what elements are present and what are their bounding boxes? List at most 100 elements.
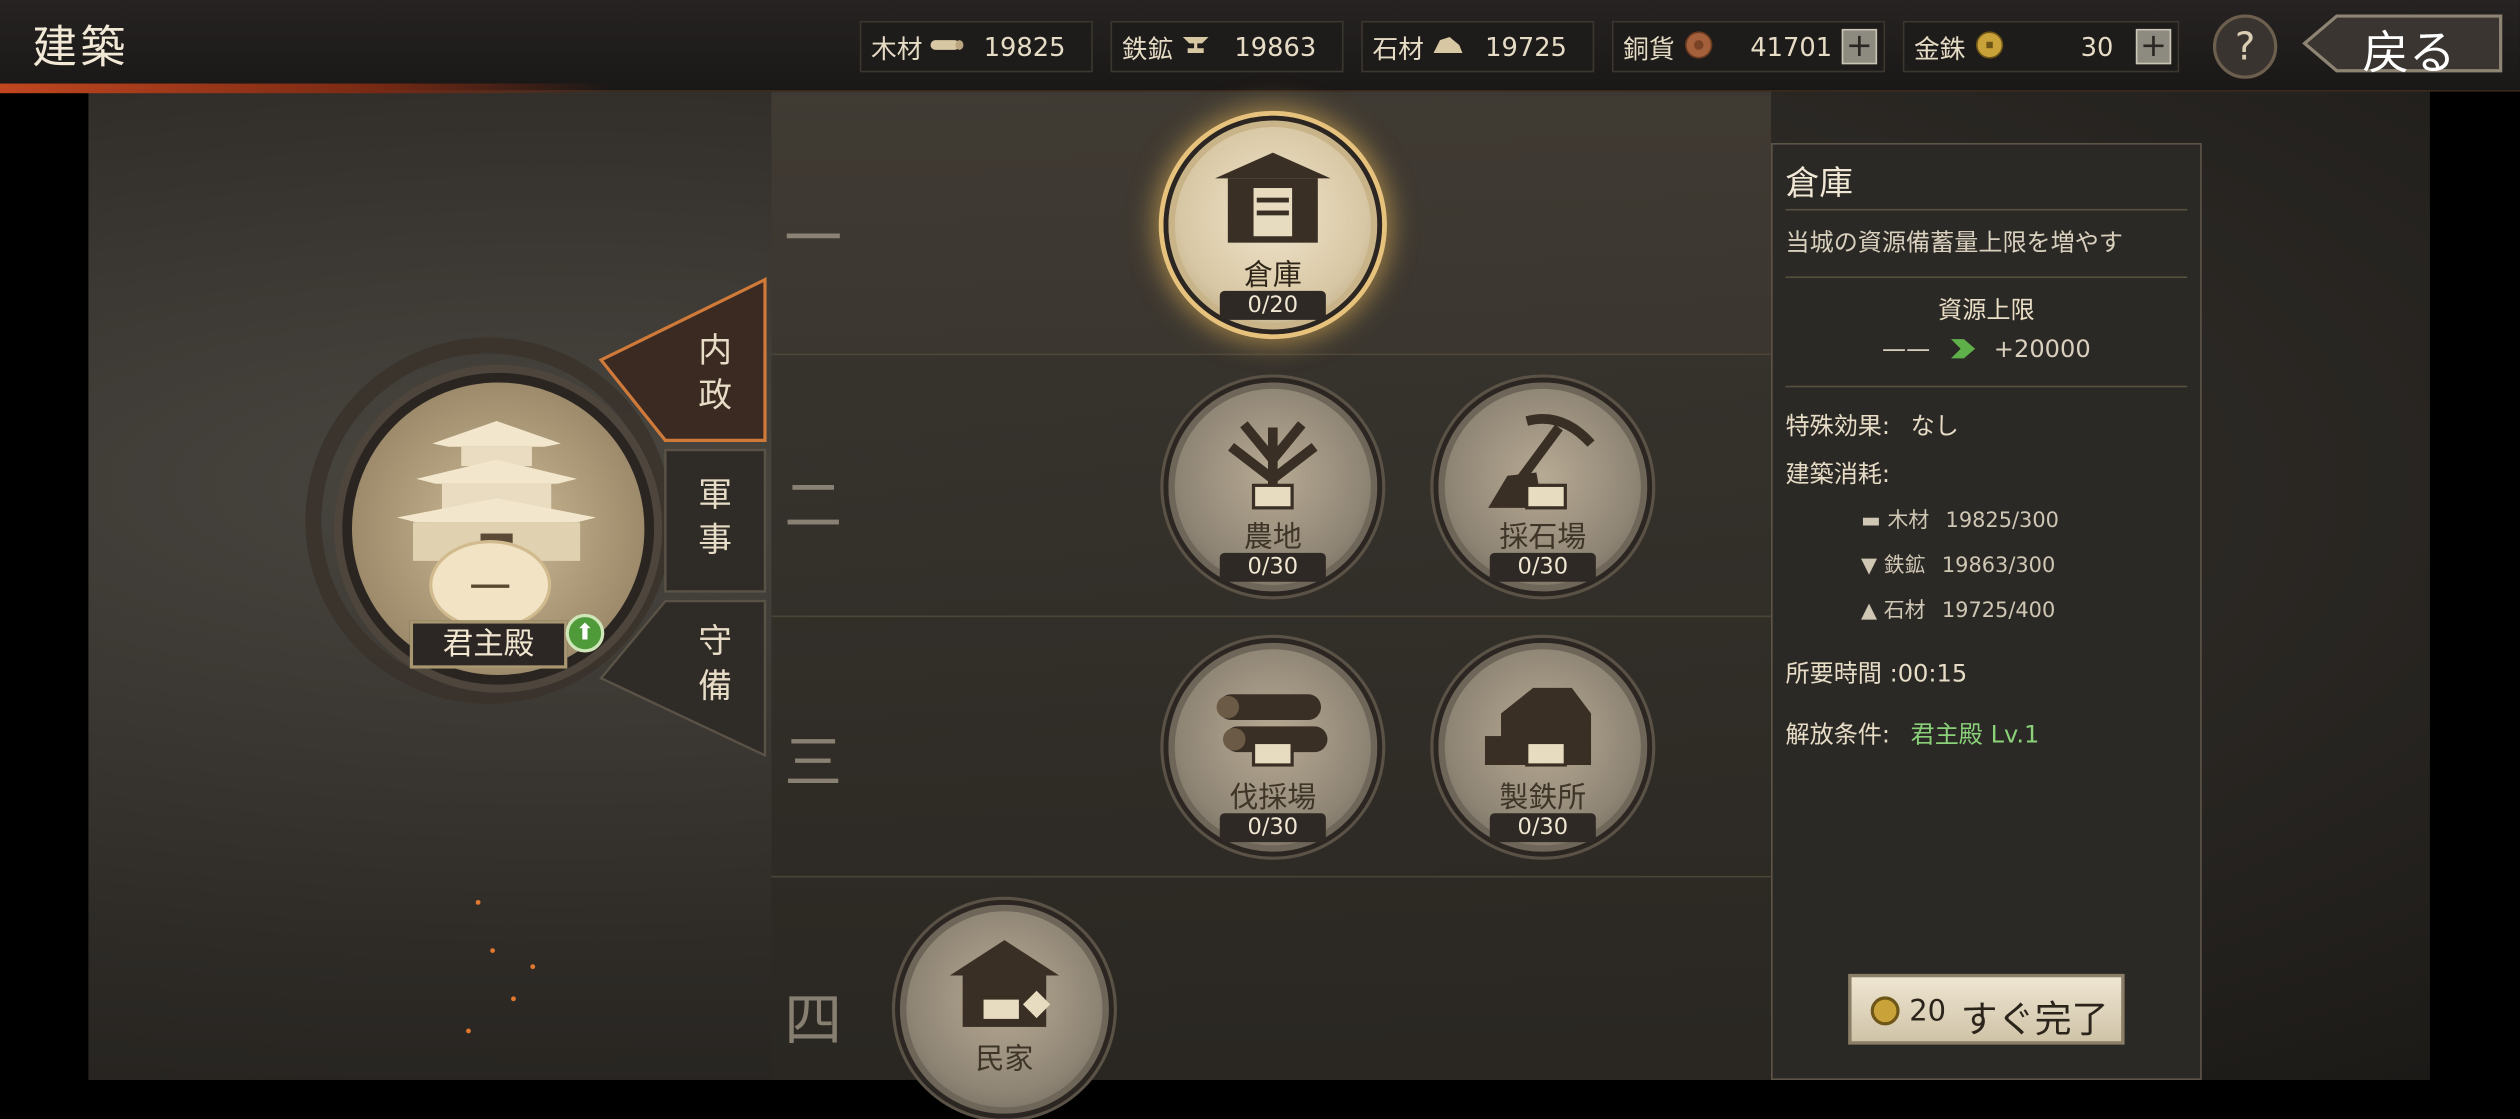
finish-cost: 20 (1909, 994, 1947, 1029)
ember-particle (475, 899, 481, 905)
divider (1785, 385, 2188, 388)
resource-value: 19825 (983, 31, 1066, 62)
cost-name: 鉄鉱 (1883, 554, 1926, 579)
smelter-icon (1484, 687, 1592, 767)
finish-label: すぐ完了 (1960, 999, 2109, 1042)
resource-label: 銅貨 (1623, 33, 1675, 65)
cap-from: —— (1882, 334, 1931, 364)
pickaxe-icon (1488, 414, 1595, 510)
wood-icon: ▬ (1861, 509, 1881, 534)
instant-complete-button[interactable]: 20 すぐ完了 (1848, 973, 2125, 1045)
logs-icon (1216, 694, 1328, 767)
resource-label: 木材 (871, 33, 923, 65)
building-name: 製鉄所 (1499, 781, 1587, 815)
building-name: 倉庫 (1243, 258, 1302, 293)
tab-civil[interactable]: 内政 (664, 328, 767, 418)
wood-icon (929, 35, 964, 59)
building-quarry[interactable]: 採石場 0/30 (1433, 377, 1653, 597)
anvil-icon (1180, 33, 1215, 60)
cost-label: 建築消耗: (1785, 459, 1891, 489)
special-effect-row: 特殊効果: なし (1785, 408, 1958, 442)
building-count: 0/30 (1489, 552, 1596, 582)
building-name: 民家 (975, 1043, 1034, 1077)
time-label: 所要時間 : (1785, 658, 1898, 688)
unlock-row: 解放条件: 君主殿 Lv.1 (1785, 717, 2039, 751)
tab-civil-label: 内政 (698, 331, 733, 415)
time-value: 00:15 (1897, 658, 1968, 688)
building-name: 伐採場 (1229, 781, 1317, 815)
resource-label: 石材 (1372, 33, 1424, 65)
tab-defense[interactable]: 守備 (664, 619, 767, 709)
house-icon (949, 940, 1060, 1027)
special-value: なし (1910, 411, 1959, 441)
copper-coin-icon (1681, 30, 1716, 64)
unlock-label: 解放条件: (1785, 719, 1891, 749)
divider (1785, 208, 2188, 211)
add-gold-button[interactable]: + (2135, 28, 2172, 65)
building-farm[interactable]: 農地 0/30 (1163, 377, 1383, 597)
detail-description: 当城の資源備蓄量上限を増やす (1785, 228, 2124, 258)
building-warehouse[interactable]: 倉庫 0/20 (1163, 115, 1383, 335)
resource-wood: 木材 19825 (859, 20, 1093, 73)
cost-row-iron: ▼ 鉄鉱 19863/300 (1861, 548, 2056, 579)
main-hall-level-badge: 一 (429, 539, 552, 630)
detail-title: 倉庫 (1785, 163, 1853, 203)
green-arrow-icon (1948, 337, 1977, 359)
time-row: 所要時間 :00:15 (1785, 656, 1967, 690)
unlock-value: 君主殿 Lv.1 (1910, 719, 2040, 749)
tier-label: 四 (784, 988, 843, 1055)
building-ironworks[interactable]: 製鉄所 0/30 (1433, 638, 1653, 857)
ember-particle (466, 1028, 471, 1034)
row-divider (771, 615, 1772, 618)
ember-particle (511, 996, 516, 1002)
building-count: 0/30 (1219, 813, 1326, 843)
resource-value: 19725 (1485, 31, 1567, 62)
tier-label: 二 (784, 474, 843, 540)
special-label: 特殊効果: (1785, 411, 1891, 441)
back-button[interactable]: 戻る (2301, 10, 2507, 80)
cap-to: +20000 (1993, 334, 2091, 364)
row-divider (771, 875, 1772, 878)
wheat-icon (1228, 421, 1318, 510)
cost-name: 石材 (1883, 599, 1926, 624)
resource-label: 鉄鉱 (1121, 33, 1174, 65)
detail-panel: 倉庫 当城の資源備蓄量上限を増やす 資源上限 —— +20000 特殊効果: な… (1771, 143, 2202, 1080)
building-lumber-yard[interactable]: 伐採場 0/30 (1163, 638, 1383, 857)
tab-military[interactable]: 軍事 (664, 472, 767, 562)
stone-icon: ▲ (1861, 599, 1878, 624)
anvil-icon: ▼ (1861, 554, 1878, 579)
ember-particle (490, 948, 495, 954)
page-title: 建築 (32, 20, 129, 74)
warehouse-icon (1214, 152, 1331, 243)
building-count: 0/20 (1219, 290, 1326, 320)
ember-particle (530, 964, 536, 970)
cost-name: 木材 (1887, 509, 1930, 534)
cost-value: 19863/300 (1941, 554, 2056, 579)
resource-iron: 鉄鉱 19863 (1110, 20, 1344, 73)
resource-gold: 金銖 30 + (1902, 20, 2180, 73)
cost-value: 19725/400 (1941, 599, 2056, 624)
resource-value: 30 (2080, 31, 2114, 62)
resource-value: 41701 (1750, 31, 1833, 62)
row-divider (771, 353, 1772, 356)
building-house[interactable]: 民家 (895, 899, 1114, 1119)
stone-icon (1430, 33, 1465, 60)
cost-row-wood: ▬ 木材 19825/300 (1861, 503, 2059, 534)
top-bar-glow (0, 83, 611, 94)
cap-heading: 資源上限 (1938, 295, 2035, 325)
building-count: 0/30 (1219, 552, 1326, 582)
tab-defense-label: 守備 (698, 621, 733, 706)
gold-coin-icon (1972, 30, 2007, 64)
resource-label: 金銖 (1914, 33, 1966, 65)
resource-value: 19863 (1234, 31, 1317, 62)
help-button[interactable]: ? (2212, 14, 2278, 79)
back-label: 戻る (2362, 25, 2456, 81)
main-hall-level: 一 (469, 565, 512, 614)
main-hall-name: 君主殿 (409, 620, 568, 669)
cap-change: —— +20000 (1773, 334, 2200, 363)
gold-coin-icon (1870, 996, 1900, 1026)
tier-label: 三 (784, 731, 843, 798)
resource-stone: 石材 19725 (1361, 20, 1595, 73)
add-copper-button[interactable]: + (1841, 28, 1878, 65)
cost-row-stone: ▲ 石材 19725/400 (1861, 593, 2056, 624)
